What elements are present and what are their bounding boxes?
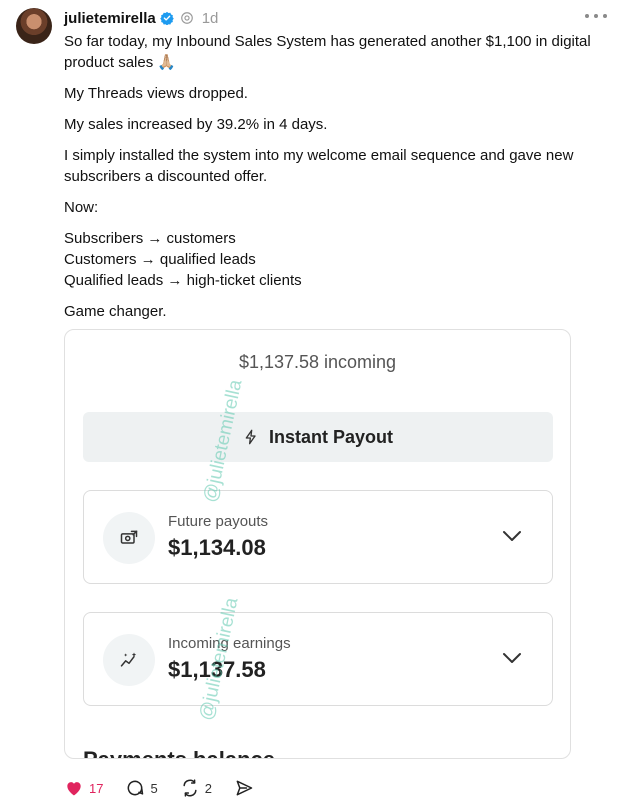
post-actions: 17 5 2 — [64, 777, 276, 799]
post-line: Now: — [64, 199, 99, 216]
post-line: Subscribers → customers — [64, 230, 236, 247]
post-line: Game changer. — [64, 303, 167, 320]
post-timestamp: 1d — [201, 9, 219, 27]
post-line: Customers → qualified leads — [64, 251, 256, 268]
repost-button[interactable]: 2 — [180, 778, 212, 798]
post-text: So far today, my Inbound Sales System ha… — [64, 31, 604, 332]
comment-icon — [128, 780, 144, 796]
future-payouts-label: Future payouts — [168, 513, 269, 530]
heart-icon — [67, 782, 81, 796]
post-line: So far today, my Inbound Sales System ha… — [64, 33, 591, 71]
post-paragraph: My sales increased by 39.2% in 4 days. — [64, 114, 604, 135]
future-payouts-value: $1,134.08 — [168, 535, 266, 560]
camera-money-icon — [120, 530, 138, 544]
threads-icon — [180, 12, 193, 24]
post-paragraph: Now: — [64, 197, 604, 218]
instant-payout-label: Instant Payout — [268, 426, 393, 447]
post-paragraph: My Threads views dropped. — [64, 83, 604, 104]
like-count: 17 — [89, 780, 104, 796]
incoming-earnings-value: $1,137.58 — [168, 657, 266, 682]
post-paragraph: I simply installed the system into my we… — [64, 145, 604, 187]
post-line: Qualified leads → high-ticket clients — [64, 272, 302, 289]
incoming-earnings-row[interactable]: Incoming earnings $1,137.58 — [83, 612, 553, 706]
chevron-down-icon[interactable] — [502, 529, 522, 543]
lightning-icon — [245, 429, 256, 445]
more-options-icon[interactable] — [585, 8, 607, 24]
post-line: My Threads views dropped. — [64, 85, 248, 102]
instant-payout-button[interactable]: Instant Payout — [83, 412, 553, 462]
future-payouts-row[interactable]: Future payouts $1,134.08 — [83, 490, 553, 584]
incoming-earnings-label: Incoming earnings — [168, 635, 291, 652]
future-payouts-icon-wrap — [103, 512, 155, 564]
repost-icon — [183, 779, 197, 797]
payments-balance-heading: Payments balance — [83, 747, 275, 758]
repost-count: 2 — [204, 780, 212, 796]
sparkle-trend-icon — [120, 652, 137, 667]
post-header: julietemirella 1d — [64, 8, 601, 28]
incoming-amount: $1,137.58 incoming — [238, 352, 397, 372]
post-paragraph: Subscribers → customers Customers → quali… — [64, 228, 604, 291]
avatar[interactable] — [16, 8, 52, 44]
incoming-earnings-icon-wrap — [103, 634, 155, 686]
reply-count: 5 — [150, 780, 158, 796]
share-button[interactable] — [234, 778, 254, 798]
post-paragraph: So far today, my Inbound Sales System ha… — [64, 31, 604, 73]
username[interactable]: julietemirella — [64, 10, 156, 27]
send-icon — [236, 780, 253, 796]
verified-badge-icon — [159, 11, 174, 25]
post-paragraph: Game changer. — [64, 301, 604, 322]
like-button[interactable]: 17 — [64, 778, 103, 798]
post-line: My sales increased by 39.2% in 4 days. — [64, 116, 328, 133]
payout-card: $1,137.58 incoming Instant Payout Future… — [64, 329, 571, 759]
chevron-down-icon[interactable] — [502, 651, 522, 665]
reply-button[interactable]: 5 — [125, 778, 158, 798]
post-line: I simply installed the system into my we… — [64, 147, 574, 185]
